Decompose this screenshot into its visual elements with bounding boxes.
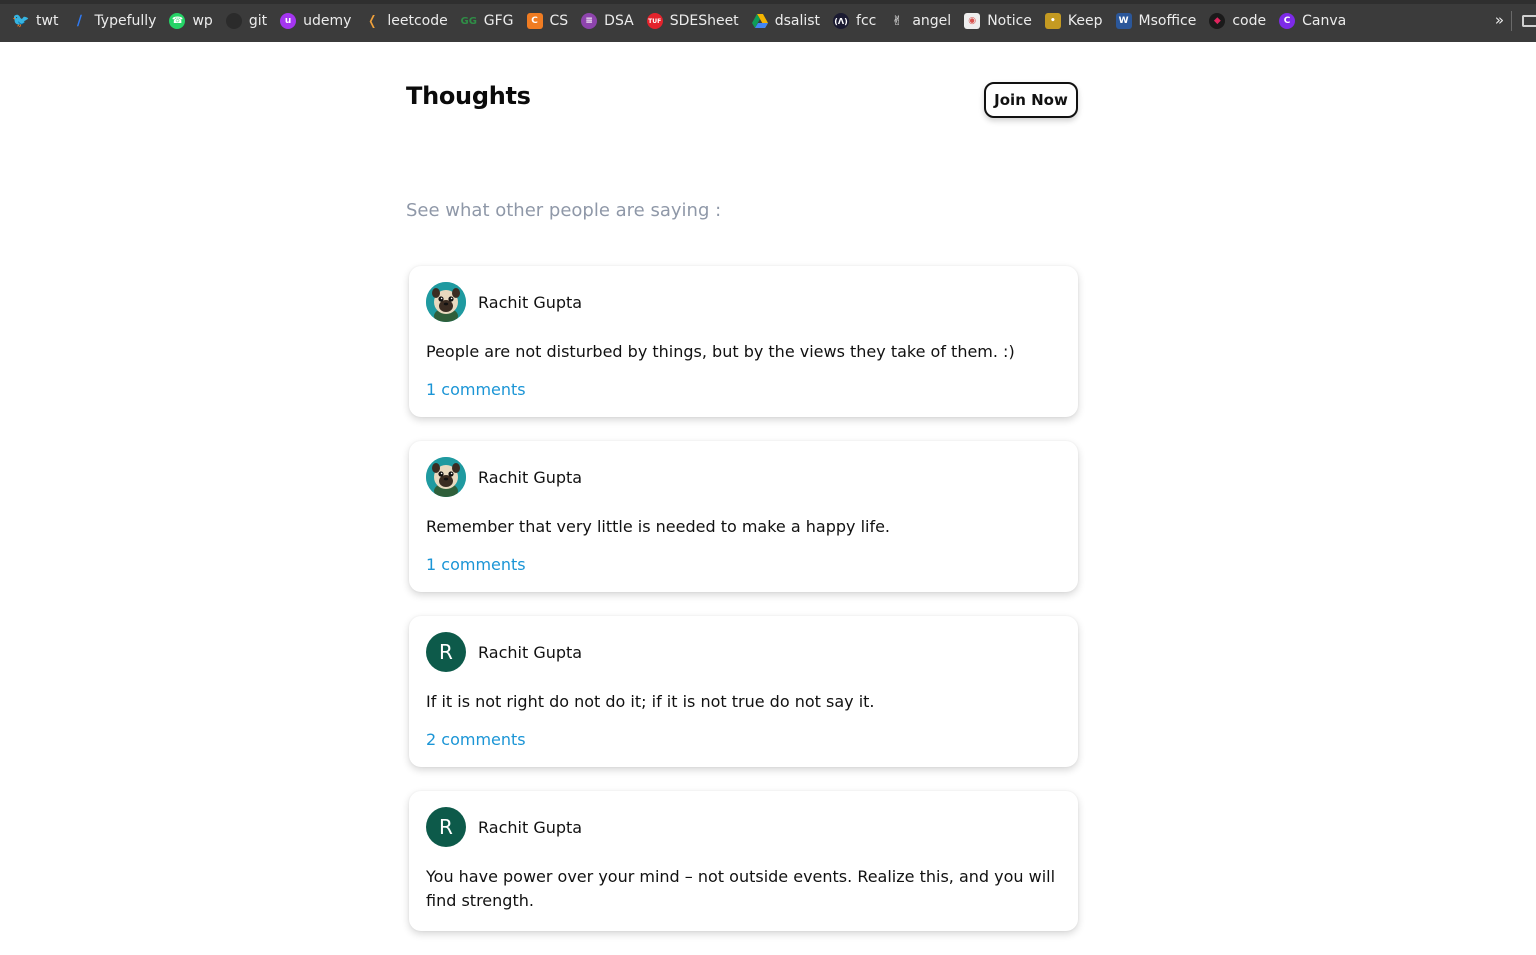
bookmark-keep[interactable]: • Keep (1042, 6, 1107, 36)
thought-card[interactable]: Rachit Gupta Remember that very little i… (409, 441, 1078, 592)
thought-card-header: R Rachit Gupta (426, 807, 1061, 847)
thought-text: Remember that very little is needed to m… (426, 517, 891, 536)
bookmark-notice[interactable]: ◉ Notice (961, 6, 1036, 36)
main-page: Thoughts Join Now See what other people … (406, 42, 1078, 931)
letter-avatar: R (426, 807, 466, 847)
thoughts-list: Rachit Gupta People are not disturbed by… (409, 266, 1078, 955)
bookmark-label: code (1232, 13, 1267, 29)
bookmark-wp[interactable]: ☎ wp (166, 6, 216, 36)
bookmarks-bar: 🐦 twt ∕ Typefully ☎ wp git u udemy ❬ lee… (0, 0, 1536, 42)
dsa-icon: ≡ (581, 13, 598, 29)
whatsapp-icon: ☎ (169, 13, 186, 29)
bookmark-label: Typefully (94, 13, 157, 29)
thought-text: If it is not right do not do it; if it i… (426, 692, 875, 711)
bookmark-angel[interactable]: ✌ angel (886, 6, 955, 36)
notice-icon: ◉ (964, 13, 981, 29)
pug-face-icon (426, 457, 466, 497)
bookmark-udemy[interactable]: u udemy (277, 6, 355, 36)
udemy-icon: u (280, 13, 297, 29)
thought-card-header: Rachit Gupta (426, 457, 1061, 497)
bookmark-label: Notice (987, 13, 1032, 29)
author-name[interactable]: Rachit Gupta (478, 468, 582, 487)
bookmark-label: wp (192, 13, 213, 29)
comments-link[interactable]: 1 comments (426, 380, 526, 399)
bookmark-label: Canva (1302, 13, 1347, 29)
gfg-icon: GG (460, 15, 477, 27)
bookmark-leetcode[interactable]: ❬ leetcode (361, 6, 451, 36)
bookmark-label: GFG (483, 13, 514, 29)
join-now-button[interactable]: Join Now (984, 82, 1078, 118)
freecodecamp-icon: (Λ) (833, 13, 850, 29)
thought-text: People are not disturbed by things, but … (426, 342, 1015, 361)
code-icon: ◆ (1209, 13, 1226, 29)
leetcode-icon: ❬ (366, 13, 378, 29)
google-keep-icon: • (1044, 13, 1061, 29)
letter-avatar: R (426, 632, 466, 672)
bookmark-twt[interactable]: 🐦 twt (10, 6, 62, 36)
bookmark-label: Msoffice (1138, 13, 1197, 29)
bookmark-label: SDESheet (669, 13, 739, 29)
bookmarks-divider (1511, 11, 1512, 31)
comments-link[interactable]: 1 comments (426, 555, 526, 574)
sdesheet-icon: TUF (646, 13, 663, 29)
github-icon (225, 13, 242, 29)
author-name[interactable]: Rachit Gupta (478, 293, 582, 312)
author-name[interactable]: Rachit Gupta (478, 643, 582, 662)
bookmark-label: fcc (856, 13, 877, 29)
other-bookmarks-folder-icon[interactable] (1522, 15, 1536, 27)
header: Thoughts Join Now (406, 42, 1078, 162)
section-subtitle: See what other people are saying : (406, 200, 722, 221)
thought-card[interactable]: Rachit Gupta People are not disturbed by… (409, 266, 1078, 417)
thought-text: You have power over your mind – not outs… (426, 867, 1056, 910)
ms-word-icon: W (1115, 13, 1132, 29)
bookmark-git[interactable]: git (223, 6, 271, 36)
bookmark-canva[interactable]: C Canva (1276, 6, 1350, 36)
thought-card-header: R Rachit Gupta (426, 632, 1061, 672)
bookmark-typefully[interactable]: ∕ Typefully (68, 6, 160, 36)
bookmark-dsa[interactable]: ≡ DSA (578, 6, 638, 36)
bookmark-label: DSA (604, 13, 634, 29)
bookmark-fcc[interactable]: (Λ) fcc (830, 6, 880, 36)
bookmark-msoffice[interactable]: W Msoffice (1113, 6, 1201, 36)
angellist-icon: ✌ (891, 13, 903, 29)
canva-icon: C (1279, 13, 1296, 29)
bookmark-cs[interactable]: C CS (524, 6, 573, 36)
google-drive-icon (751, 13, 768, 29)
bookmark-code[interactable]: ◆ code (1206, 6, 1270, 36)
bookmark-dsalist[interactable]: dsalist (749, 6, 824, 36)
author-name[interactable]: Rachit Gupta (478, 818, 582, 837)
pug-avatar (426, 282, 466, 322)
bookmarks-overflow-chevron-icon[interactable]: » (1495, 11, 1504, 29)
thought-card[interactable]: R Rachit Gupta If it is not right do not… (409, 616, 1078, 767)
pug-face-icon (426, 282, 466, 322)
bookmark-label: git (248, 13, 268, 29)
thought-card[interactable]: R Rachit Gupta You have power over your … (409, 791, 1078, 931)
cs-icon: C (526, 13, 543, 29)
bookmark-label: udemy (303, 13, 352, 29)
bookmark-label: Keep (1067, 13, 1103, 29)
bookmark-label: angel (912, 13, 952, 29)
bookmark-label: twt (36, 13, 59, 29)
typefully-icon: ∕ (76, 13, 82, 29)
bookmark-sdesheet[interactable]: TUF SDESheet (644, 6, 743, 36)
comments-link[interactable]: 2 comments (426, 730, 526, 749)
site-title[interactable]: Thoughts (406, 82, 531, 110)
bookmark-label: CS (549, 13, 569, 29)
thought-card-header: Rachit Gupta (426, 282, 1061, 322)
bookmark-label: leetcode (387, 13, 448, 29)
twitter-icon: 🐦 (12, 13, 30, 29)
bookmark-gfg[interactable]: GG GFG (458, 6, 518, 36)
bookmark-label: dsalist (774, 13, 821, 29)
pug-avatar (426, 457, 466, 497)
